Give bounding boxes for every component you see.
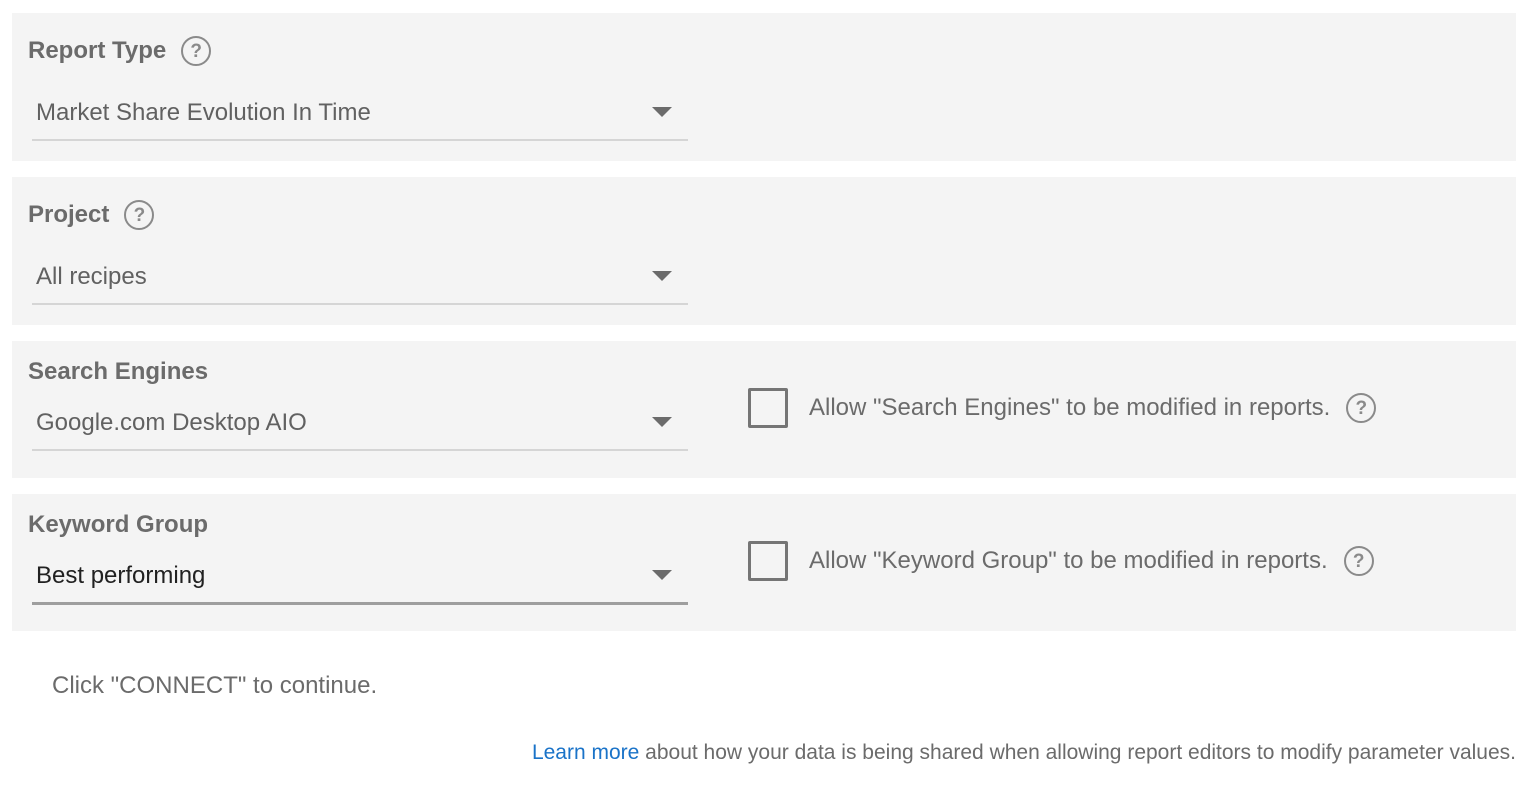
project-section: Project ? All recipes: [12, 177, 1516, 325]
allow-keyword-group-label[interactable]: Allow "Keyword Group" to be modified in …: [809, 547, 1328, 575]
report-type-dropdown[interactable]: Market Share Evolution In Time: [32, 93, 688, 141]
search-engines-value: Google.com Desktop AIO: [36, 409, 307, 436]
report-type-section: Report Type ? Market Share Evolution In …: [12, 13, 1516, 161]
allow-search-engines-checkbox[interactable]: [748, 388, 788, 428]
keyword-group-value: Best performing: [36, 562, 206, 589]
keyword-group-dropdown[interactable]: Best performing: [32, 556, 688, 605]
search-engines-label-row: Search Engines: [28, 358, 208, 386]
help-icon[interactable]: ?: [181, 36, 212, 66]
footer-text: about how your data is being shared when…: [645, 741, 1516, 764]
dropdown-arrow-icon: [652, 570, 672, 580]
help-icon[interactable]: ?: [1343, 546, 1374, 576]
allow-keyword-group-row: Allow "Keyword Group" to be modified in …: [748, 541, 1374, 581]
project-label: Project: [28, 201, 110, 228]
connect-instruction: Click "CONNECT" to continue.: [52, 672, 378, 699]
keyword-group-label-row: Keyword Group: [28, 511, 208, 539]
search-engines-dropdown[interactable]: Google.com Desktop AIO: [32, 403, 688, 451]
help-icon[interactable]: ?: [1346, 393, 1377, 423]
report-type-label: Report Type: [28, 37, 167, 64]
allow-search-engines-label[interactable]: Allow "Search Engines" to be modified in…: [809, 394, 1330, 422]
keyword-group-label: Keyword Group: [28, 511, 209, 538]
footer-note: Learn more about how your data is being …: [532, 741, 1516, 765]
allow-search-engines-row: Allow "Search Engines" to be modified in…: [748, 388, 1377, 428]
keyword-group-section: Keyword Group Best performing Allow "Key…: [12, 494, 1516, 631]
dropdown-arrow-icon: [652, 417, 672, 427]
report-type-value: Market Share Evolution In Time: [36, 99, 371, 126]
dropdown-arrow-icon: [652, 271, 672, 281]
project-value: All recipes: [36, 263, 147, 290]
search-engines-section: Search Engines Google.com Desktop AIO Al…: [12, 341, 1516, 478]
allow-keyword-group-checkbox[interactable]: [748, 541, 788, 581]
project-label-row: Project ?: [28, 200, 155, 230]
project-dropdown[interactable]: All recipes: [32, 257, 688, 305]
search-engines-label: Search Engines: [28, 358, 209, 385]
help-icon[interactable]: ?: [124, 200, 155, 230]
dropdown-arrow-icon: [652, 107, 672, 117]
data-source-config-page: Report Type ? Market Share Evolution In …: [0, 0, 1540, 794]
report-type-label-row: Report Type ?: [28, 36, 212, 66]
learn-more-link[interactable]: Learn more: [532, 741, 639, 764]
